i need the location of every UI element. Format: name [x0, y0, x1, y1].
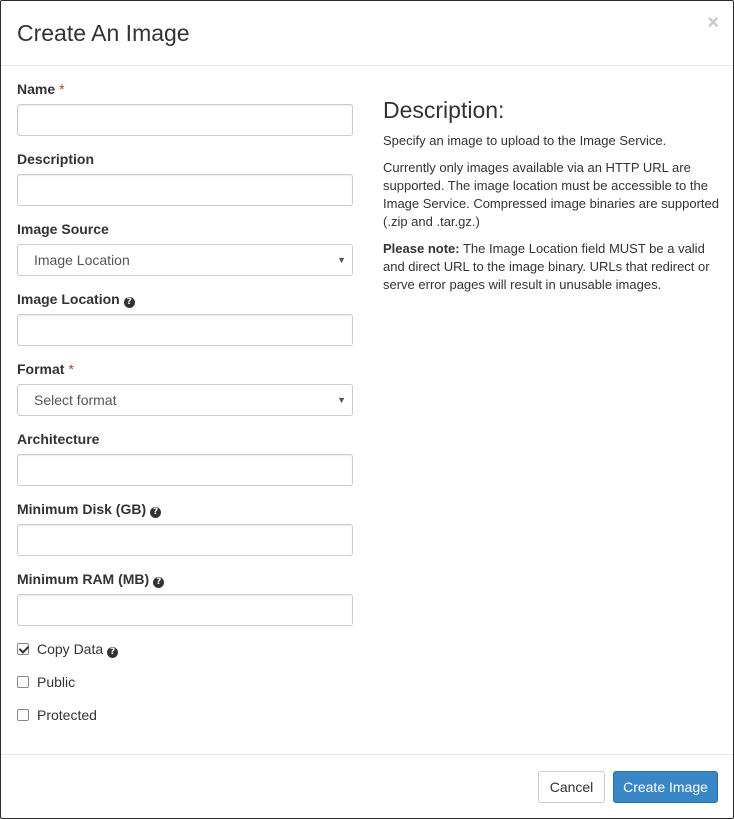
caret-down-icon: ▼	[337, 255, 346, 265]
required-mark: *	[68, 361, 74, 377]
protected-checkbox[interactable]	[17, 709, 29, 721]
modal-footer: Cancel Create Image	[1, 754, 733, 818]
create-image-button[interactable]: Create Image	[613, 771, 718, 803]
description-input[interactable]	[17, 174, 353, 206]
public-label: Public	[37, 674, 76, 690]
min-ram-label: Minimum RAM (MB)?	[17, 569, 165, 589]
protected-label: Protected	[37, 707, 97, 723]
description-text-1: Specify an image to upload to the Image …	[383, 133, 667, 148]
image-source-label: Image Source	[17, 221, 109, 237]
required-mark: *	[59, 81, 65, 97]
copy-data-label: Copy Data	[37, 641, 104, 657]
name-input[interactable]	[17, 104, 353, 136]
question-circle-icon[interactable]: ?	[107, 647, 119, 658]
min-ram-input[interactable]	[17, 594, 353, 626]
question-circle-icon[interactable]: ?	[123, 297, 135, 308]
min-disk-label: Minimum Disk (GB)?	[17, 499, 162, 519]
question-circle-icon[interactable]: ?	[150, 507, 162, 518]
public-row: Public	[17, 672, 75, 692]
caret-down-icon: ▼	[337, 395, 346, 405]
protected-row: Protected	[17, 705, 97, 725]
architecture-label: Architecture	[17, 431, 100, 447]
modal-header: Create An Image ×	[1, 1, 733, 66]
description-text-2: Currently only images available via an H…	[383, 160, 720, 229]
copy-data-row: Copy Data?	[17, 639, 119, 659]
image-source-select[interactable]: Image Location ▼	[17, 244, 353, 276]
close-icon[interactable]: ×	[707, 13, 719, 33]
format-selected: Select format	[34, 392, 117, 408]
image-source-selected: Image Location	[34, 252, 130, 268]
min-disk-input[interactable]	[17, 524, 353, 556]
image-location-input[interactable]	[17, 314, 353, 346]
description-note: Please note: The Image Location field MU…	[383, 240, 719, 294]
question-circle-icon[interactable]: ?	[153, 577, 165, 588]
note-bold: Please note:	[383, 241, 460, 256]
modal-title: Create An Image	[17, 20, 190, 46]
public-checkbox[interactable]	[17, 676, 29, 688]
description-panel: Description: Specify an image to upload …	[383, 96, 719, 303]
description-label: Description	[17, 151, 95, 167]
copy-data-checkbox[interactable]	[17, 643, 29, 655]
cancel-button[interactable]: Cancel	[538, 771, 605, 803]
architecture-input[interactable]	[17, 454, 353, 486]
format-select[interactable]: Select format ▼	[17, 384, 353, 416]
create-image-modal: Create An Image × Name * Description Imag…	[0, 0, 734, 819]
description-heading: Description:	[383, 97, 505, 123]
image-location-label: Image Location?	[17, 289, 135, 309]
name-label: Name *	[17, 81, 65, 97]
format-label: Format *	[17, 361, 74, 377]
